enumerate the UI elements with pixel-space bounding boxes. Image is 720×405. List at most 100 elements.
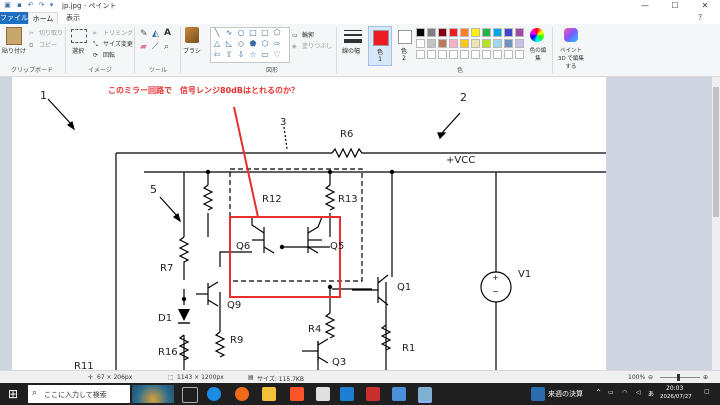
customize-quick-access-icon[interactable]: ▾ xyxy=(47,1,56,10)
oval-shape-icon[interactable]: ○ xyxy=(236,29,246,37)
ime-indicator-icon[interactable]: あ xyxy=(648,389,654,398)
cut-button[interactable]: ✂ 切り取り xyxy=(29,28,63,38)
edit-colors-button[interactable]: 色の編集 xyxy=(528,46,548,62)
right-triangle-shape-icon[interactable]: ◺ xyxy=(224,40,234,48)
rotate-button[interactable]: ⟳ 回転 xyxy=(93,50,115,60)
edit-colors-icon[interactable] xyxy=(530,28,544,42)
palette-swatch-empty[interactable] xyxy=(416,50,425,59)
triangle-shape-icon[interactable]: △ xyxy=(212,40,222,48)
paste-button[interactable]: 貼り付け xyxy=(2,46,26,55)
palette-swatch[interactable] xyxy=(482,39,491,48)
task-view-icon[interactable] xyxy=(182,387,198,403)
firefox-icon[interactable] xyxy=(235,387,249,401)
palette-swatch[interactable] xyxy=(438,28,447,37)
tab-file[interactable]: ファイル xyxy=(0,12,28,24)
tab-home[interactable]: ホーム xyxy=(28,12,58,24)
clock-time[interactable]: 20:03 xyxy=(666,385,683,392)
canvas[interactable]: このミラー回路で 信号レンジ80dBはとれるのか？ 1 2 3 5 R6 +VC… xyxy=(12,77,606,370)
palette-swatch[interactable] xyxy=(482,28,491,37)
edge-browser-icon[interactable] xyxy=(207,387,221,401)
copy-button[interactable]: ⧉ コピー xyxy=(29,40,57,50)
arrow-down-shape-icon[interactable]: ⇩ xyxy=(236,51,246,59)
brave-browser-icon[interactable] xyxy=(290,387,304,401)
scrollbar-thumb[interactable] xyxy=(713,87,719,217)
app-icon[interactable] xyxy=(392,387,406,401)
select-icon[interactable] xyxy=(71,29,87,43)
news-icon[interactable] xyxy=(531,387,545,401)
polygon-shape-icon[interactable]: ⬠ xyxy=(272,29,282,37)
palette-swatch[interactable] xyxy=(438,39,447,48)
vertical-scrollbar[interactable] xyxy=(712,77,720,370)
palette-swatch[interactable] xyxy=(504,39,513,48)
palette-swatch-empty[interactable] xyxy=(449,50,458,59)
brush-button[interactable]: ブラシ xyxy=(183,46,201,55)
palette-swatch[interactable] xyxy=(515,28,524,37)
pentagon-shape-icon[interactable]: ⬟ xyxy=(248,40,258,48)
palette-swatch[interactable] xyxy=(460,28,469,37)
undo-icon[interactable]: ↶ xyxy=(26,1,35,10)
crop-button[interactable]: ⌗ トリミング xyxy=(93,28,133,38)
rounded-rectangle-shape-icon[interactable]: ▢ xyxy=(260,29,270,37)
palette-swatch-empty[interactable] xyxy=(493,50,502,59)
zoom-slider[interactable] xyxy=(660,377,700,378)
palette-swatch[interactable] xyxy=(427,39,436,48)
callout-shape-icon[interactable]: ▭ xyxy=(260,51,270,59)
palette-swatch[interactable] xyxy=(427,28,436,37)
redo-icon[interactable]: ↷ xyxy=(37,1,46,10)
text-tool-icon[interactable]: A xyxy=(164,28,171,38)
maximize-button[interactable]: ☐ xyxy=(660,0,690,12)
close-button[interactable]: ✕ xyxy=(690,0,720,12)
palette-swatch-empty[interactable] xyxy=(427,50,436,59)
color-picker-icon[interactable]: ⟋ xyxy=(152,42,158,52)
news-headline[interactable]: 来週の決算 xyxy=(548,389,583,399)
line-shape-icon[interactable]: ╲ xyxy=(212,29,222,37)
paint3d-button[interactable]: ペイント 3D で編集する xyxy=(556,46,586,70)
save-icon[interactable]: ▪ xyxy=(15,1,24,10)
arrow-left-shape-icon[interactable]: ⇦ xyxy=(212,51,222,59)
palette-swatch[interactable] xyxy=(449,28,458,37)
palette-swatch[interactable] xyxy=(515,39,524,48)
outline-button[interactable]: ▭ 輪郭 xyxy=(292,30,314,40)
clock-date[interactable]: 2026/07/27 xyxy=(660,394,692,400)
palette-swatch[interactable] xyxy=(460,39,469,48)
app-icon[interactable] xyxy=(366,387,380,401)
palette-swatch[interactable] xyxy=(416,39,425,48)
palette-swatch-empty[interactable] xyxy=(482,50,491,59)
palette-swatch[interactable] xyxy=(471,39,480,48)
network-icon[interactable]: ▭ xyxy=(608,389,614,396)
magnifier-icon[interactable]: ⌕ xyxy=(164,42,169,52)
palette-swatch-empty[interactable] xyxy=(460,50,469,59)
minimize-button[interactable]: — xyxy=(630,0,660,12)
color2-selector[interactable]: 色 2 xyxy=(394,26,414,66)
select-button[interactable]: 選択 xyxy=(72,46,84,55)
search-box[interactable]: ⌕ ここに入力して検索 xyxy=(28,385,130,403)
windows-start-icon[interactable]: ⊞ xyxy=(8,387,18,401)
zoom-in-button[interactable]: ⊕ xyxy=(703,374,708,381)
fill-icon[interactable]: ◭ xyxy=(152,29,159,39)
paste-icon[interactable] xyxy=(6,27,22,45)
palette-swatch[interactable] xyxy=(471,28,480,37)
palette-swatch[interactable] xyxy=(504,28,513,37)
line-width-icon[interactable] xyxy=(344,28,362,44)
palette-swatch-empty[interactable] xyxy=(438,50,447,59)
wifi-icon[interactable]: ◠ xyxy=(622,389,627,396)
star-shape-icon[interactable]: ☆ xyxy=(248,51,258,59)
palette-swatch-empty[interactable] xyxy=(515,50,524,59)
notification-icon[interactable]: ▢ xyxy=(704,388,710,395)
paint3d-icon[interactable] xyxy=(564,28,578,42)
resize-button[interactable]: ⤡ サイズ変更 xyxy=(93,39,133,49)
volume-icon[interactable]: ◁ xyxy=(636,389,641,396)
line-width-button[interactable]: 線の幅 xyxy=(342,46,360,55)
palette-swatch[interactable] xyxy=(416,28,425,37)
arrow-up-shape-icon[interactable]: ⇧ xyxy=(224,51,234,59)
hexagon-shape-icon[interactable]: ⬡ xyxy=(260,40,270,48)
fill-shape-button[interactable]: ◈ 塗りつぶし xyxy=(292,41,332,51)
tab-view[interactable]: 表示 xyxy=(60,12,86,24)
color1-selector[interactable]: 色 1 xyxy=(368,26,392,66)
tray-chevron-icon[interactable]: ^ xyxy=(596,389,601,396)
pencil-icon[interactable]: ✎ xyxy=(140,29,148,39)
rectangle-shape-icon[interactable]: □ xyxy=(248,29,258,37)
vscode-icon[interactable] xyxy=(340,387,354,401)
palette-swatch[interactable] xyxy=(493,39,502,48)
palette-swatch-empty[interactable] xyxy=(471,50,480,59)
